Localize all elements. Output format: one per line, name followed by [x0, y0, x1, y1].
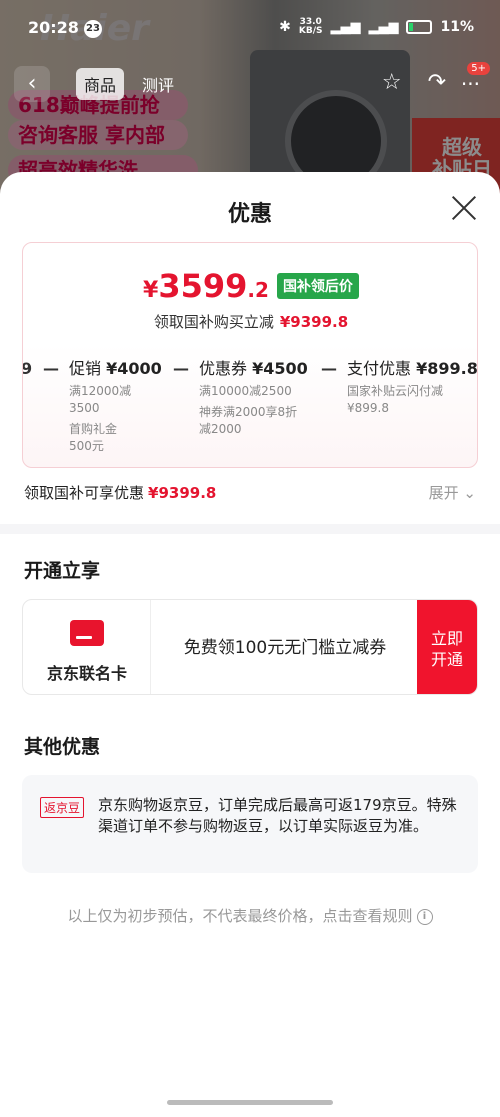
leading-fragment: 9 — [22, 359, 33, 378]
back-arrow-icon[interactable]: ‹ — [14, 66, 50, 102]
breakdown-amount: ¥899.8 — [416, 359, 478, 378]
battery-level: 11% — [440, 19, 474, 35]
network-speed: 33.0 KB/S — [298, 17, 323, 36]
co-branded-card-offer[interactable]: 京东联名卡 免费领100元无门槛立减券 立即 开通 — [22, 599, 478, 695]
section-divider — [0, 524, 500, 534]
jingdou-tag: 返京豆 — [40, 797, 85, 818]
share-icon[interactable]: ↷ — [428, 70, 446, 95]
bluetooth-icon: ✱ — [279, 19, 291, 35]
breakdown-amount: ¥4000 — [106, 359, 162, 378]
total-discount-amount: ¥9399.8 — [148, 484, 217, 502]
signal-icon: ▂▄▆ — [368, 19, 399, 35]
breakdown-name: 促销 — [69, 359, 102, 378]
breakdown-item: 促销 ¥4000 满12000减 3500 首购礼金 500元 — [69, 355, 162, 455]
sheet-title: 优惠 — [227, 202, 272, 227]
favorite-star-icon[interactable]: ☆ — [382, 70, 402, 95]
product-tabs: 商品 测评 — [76, 68, 182, 100]
currency-symbol: ¥ — [143, 278, 159, 303]
membership-section-title: 开通立享 — [24, 560, 101, 582]
status-bar: 20:28 23 ✱ 33.0 KB/S ▂▄▆ ▂▄▆ 11% — [0, 0, 500, 56]
total-discount-row: 领取国补可享优惠 ¥9399.8 — [24, 482, 216, 503]
close-icon[interactable] — [450, 194, 478, 222]
tab-review[interactable]: 测评 — [134, 68, 182, 100]
status-icons: ✱ 33.0 KB/S ▂▄▆ ▂▄▆ 11% — [279, 18, 474, 36]
breakdown-name: 优惠券 — [199, 359, 248, 378]
card-name: 京东联名卡 — [46, 664, 127, 683]
activate-button[interactable]: 立即 开通 — [417, 600, 477, 694]
other-section-title: 其他优惠 — [24, 736, 101, 758]
credit-card-icon — [70, 620, 104, 646]
signal-icon: ▂▄▆ — [330, 19, 361, 35]
subsidy-amount: ¥9399.8 — [279, 313, 349, 331]
battery-icon — [406, 20, 433, 34]
card-info: 京东联名卡 — [23, 600, 151, 694]
rules-footnote[interactable]: 以上仅为初步预估，不代表最终价格，点击查看规则 i — [0, 905, 500, 926]
tab-product[interactable]: 商品 — [76, 68, 125, 100]
more-icon[interactable]: ··· — [461, 72, 480, 96]
info-icon[interactable]: i — [416, 908, 433, 925]
discount-sheet: 优惠 ¥ 3599 .2 国补领后价 领取国补购买立减 ¥9399.8 9 — 促… — [0, 172, 500, 1117]
breakdown-name: 支付优惠 — [347, 359, 412, 378]
expand-button[interactable]: 展开 ⌄ — [429, 482, 476, 503]
breakdown-details: 满10000减2500 神券满2000享8折 减2000 — [199, 384, 298, 436]
card-offer-text: 免费领100元无门槛立减券 — [183, 638, 387, 658]
cart-badge: 5+ — [467, 62, 490, 75]
total-discount-label: 领取国补可享优惠 — [24, 484, 145, 502]
notification-count-badge: 23 — [84, 20, 102, 38]
jingdou-text: 京东购物返京豆，订单完成后最高可返179京豆。特殊渠道订单不参与购物返豆，以订单… — [98, 796, 457, 835]
clock: 20:28 — [28, 18, 79, 37]
discount-breakdown[interactable]: 9 — 促销 ¥4000 满12000减 3500 首购礼金 500元 — 优惠… — [22, 355, 478, 465]
nav-icons: ☆ ↷ — [382, 70, 446, 95]
price-card: ¥ 3599 .2 国补领后价 领取国补购买立减 ¥9399.8 9 — 促销 ¥… — [22, 242, 478, 468]
separator: — — [43, 359, 59, 378]
price-tag: 国补领后价 — [276, 273, 359, 299]
price-integer: 3599 — [158, 267, 248, 305]
price-decimal: .2 — [247, 278, 269, 302]
breakdown-item: 优惠券 ¥4500 满10000减2500 神券满2000享8折 减2000 — [199, 355, 308, 438]
jingdou-offer: 返京豆 京东购物返京豆，订单完成后最高可返179京豆。特殊渠道订单不参与购物返豆… — [22, 775, 478, 873]
chevron-down-icon: ⌄ — [463, 484, 476, 502]
subsidy-row: 领取国补购买立减 ¥9399.8 — [23, 311, 477, 332]
breakdown-details: 国家补贴云闪付减 ¥899.8 — [347, 384, 444, 415]
breakdown-item: 支付优惠 ¥899.8 国家补贴云闪付减 ¥899.8 — [347, 355, 478, 417]
home-indicator[interactable] — [167, 1100, 333, 1105]
final-price: ¥ 3599 .2 国补领后价 — [23, 267, 477, 305]
separator: — — [321, 359, 337, 378]
subsidy-label: 领取国补购买立减 — [153, 313, 274, 331]
product-nav: ‹ 商品 测评 ☆ ↷ ··· 5+ — [0, 62, 500, 106]
breakdown-details: 满12000减 3500 首购礼金 500元 — [69, 384, 132, 453]
breakdown-amount: ¥4500 — [252, 359, 308, 378]
separator: — — [173, 359, 189, 378]
